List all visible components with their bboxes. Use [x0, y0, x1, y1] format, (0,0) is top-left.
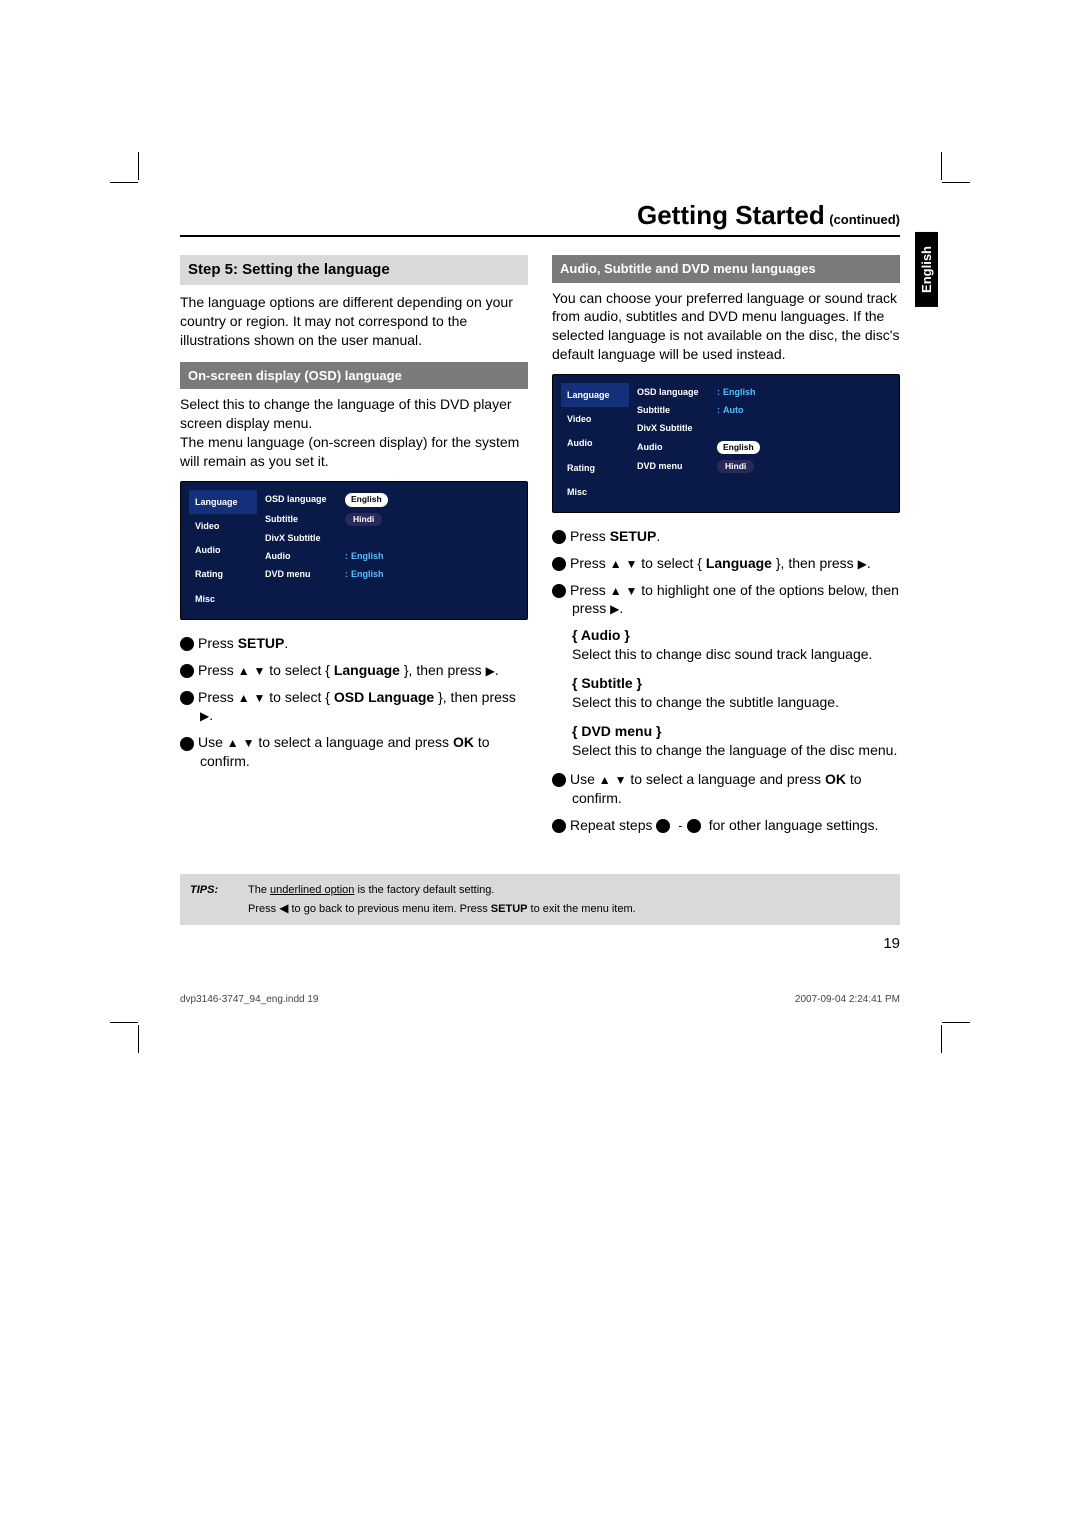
- crop-mark: [941, 1025, 942, 1053]
- row-value: English: [723, 387, 756, 397]
- footer-meta: dvp3146-3747_94_eng.indd 19 2007-09-04 2…: [180, 994, 900, 1005]
- step-1: 1Press SETUP.: [180, 634, 528, 653]
- menu-item: Video: [189, 514, 257, 538]
- row-label: DivX Subtitle: [637, 422, 717, 434]
- footer-right: 2007-09-04 2:24:41 PM: [795, 994, 900, 1005]
- row-value: Hindi: [717, 460, 754, 473]
- row-label: OSD language: [265, 493, 345, 506]
- osd-menu-screenshot: Language Video Audio Rating Misc OSD lan…: [180, 481, 528, 620]
- page-number: 19: [180, 935, 900, 952]
- step-5: 5Repeat steps 3 - 4 for other language s…: [552, 816, 900, 835]
- row-label: Audio: [265, 550, 345, 562]
- right-intro: You can choose your preferred language o…: [552, 289, 900, 365]
- tips-label: TIPS:: [190, 882, 248, 917]
- row-label: OSD language: [637, 386, 717, 398]
- crop-mark: [110, 182, 138, 183]
- manual-page: English Getting Started (continued) Step…: [180, 200, 900, 1005]
- row-value: English: [351, 569, 384, 579]
- row-value: Auto: [723, 405, 744, 415]
- tips-box: TIPS: The underlined option is the facto…: [180, 874, 900, 925]
- step-4: 4Use ▲ ▼ to select a language and press …: [180, 733, 528, 771]
- step-1: 1Press SETUP.: [552, 527, 900, 546]
- left-column: Step 5: Setting the language The languag…: [180, 255, 528, 842]
- osd-heading: On-screen display (OSD) language: [180, 362, 528, 390]
- crop-mark: [138, 152, 139, 180]
- row-label: Subtitle: [265, 513, 345, 526]
- option-dvd-menu: { DVD menu }Select this to change the la…: [572, 722, 900, 760]
- menu-item: Language: [561, 383, 629, 407]
- header-title: Getting Started: [637, 200, 825, 230]
- step-2: 2Press ▲ ▼ to select { Language }, then …: [552, 554, 900, 573]
- tips-content: The underlined option is the factory def…: [248, 882, 636, 917]
- row-label: DVD menu: [265, 568, 345, 580]
- audio-sub-dvd-heading: Audio, Subtitle and DVD menu languages: [552, 255, 900, 283]
- row-value: English: [717, 441, 760, 454]
- menu-item: Rating: [561, 456, 629, 480]
- crop-mark: [941, 152, 942, 180]
- option-audio: { Audio }Select this to change disc soun…: [572, 626, 900, 664]
- crop-mark: [942, 182, 970, 183]
- option-subtitle: { Subtitle }Select this to change the su…: [572, 674, 900, 712]
- row-value: English: [351, 551, 384, 561]
- menu-item: Misc: [189, 587, 257, 611]
- menu-item: Audio: [189, 538, 257, 562]
- intro-text: The language options are different depen…: [180, 293, 528, 350]
- step-3: 3Press ▲ ▼ to highlight one of the optio…: [552, 581, 900, 619]
- page-header: Getting Started (continued): [180, 200, 900, 237]
- footer-left: dvp3146-3747_94_eng.indd 19: [180, 994, 318, 1005]
- crop-mark: [138, 1025, 139, 1053]
- step-4: 4Use ▲ ▼ to select a language and press …: [552, 770, 900, 808]
- crop-mark: [110, 1022, 138, 1023]
- language-tab: English: [915, 232, 938, 307]
- row-value: [717, 422, 891, 434]
- crop-mark: [942, 1022, 970, 1023]
- audio-menu-screenshot: Language Video Audio Rating Misc OSD lan…: [552, 374, 900, 513]
- row-label: DVD menu: [637, 460, 717, 473]
- menu-item: Video: [561, 407, 629, 431]
- menu-item: Audio: [561, 431, 629, 455]
- row-value: English: [345, 493, 388, 506]
- osd-text: Select this to change the language of th…: [180, 395, 528, 471]
- row-label: DivX Subtitle: [265, 532, 345, 544]
- menu-item: Language: [189, 490, 257, 514]
- menu-item: Rating: [189, 562, 257, 586]
- step5-heading: Step 5: Setting the language: [180, 255, 528, 285]
- row-label: Subtitle: [637, 404, 717, 416]
- header-continued: (continued): [829, 212, 900, 227]
- row-label: Audio: [637, 441, 717, 454]
- row-value: Hindi: [345, 513, 382, 526]
- right-column: Audio, Subtitle and DVD menu languages Y…: [552, 255, 900, 842]
- step-2: 2Press ▲ ▼ to select { Language }, then …: [180, 661, 528, 680]
- menu-item: Misc: [561, 480, 629, 504]
- step-3: 3Press ▲ ▼ to select { OSD Language }, t…: [180, 688, 528, 726]
- row-value: [345, 532, 519, 544]
